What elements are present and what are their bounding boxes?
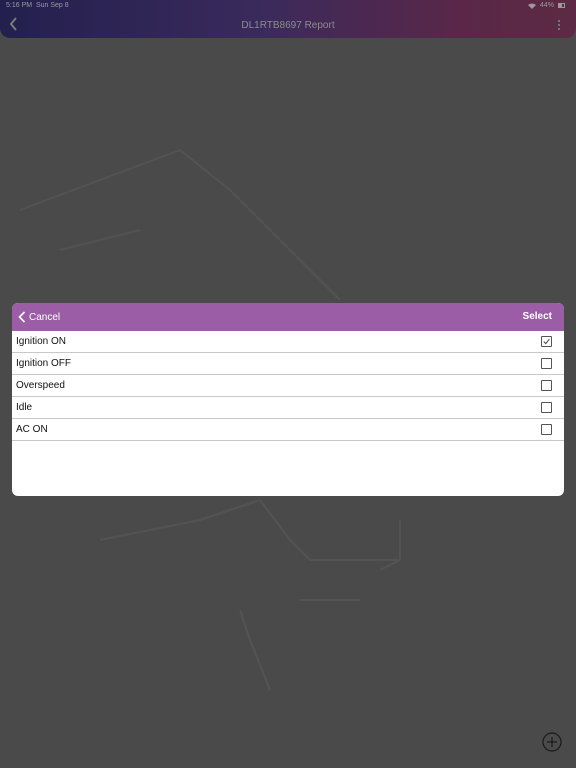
option-row-ignition-on[interactable]: Ignition ON	[12, 331, 564, 353]
option-row-ac-on[interactable]: AC ON	[12, 419, 564, 441]
filter-select-dialog: Cancel Select Ignition ON Ignition OFF O…	[12, 303, 564, 496]
checkbox-unchecked[interactable]	[541, 358, 552, 369]
dialog-toolbar: Cancel Select	[12, 303, 564, 331]
battery-percent: 44%	[539, 2, 554, 9]
checkbox-checked[interactable]	[541, 336, 552, 347]
option-row-ignition-off[interactable]: Ignition OFF	[12, 353, 564, 375]
checkbox-unchecked[interactable]	[541, 402, 552, 413]
select-button[interactable]: Select	[523, 303, 552, 331]
option-row-idle[interactable]: Idle	[12, 397, 564, 419]
option-row-overspeed[interactable]: Overspeed	[12, 375, 564, 397]
page-title: DL1RTB8697 Report	[241, 20, 335, 31]
cancel-button[interactable]: Cancel	[18, 303, 60, 331]
checkbox-unchecked[interactable]	[541, 424, 552, 435]
app-header: 5:16 PM Sun Sep 8 44% DL1RTB8697 Report	[0, 0, 576, 38]
plus-circle-icon[interactable]	[542, 732, 562, 752]
option-list: Ignition ON Ignition OFF Overspeed Idle …	[12, 331, 564, 441]
option-label: Ignition OFF	[16, 358, 72, 369]
checkmark-icon	[543, 338, 550, 345]
wifi-icon	[527, 3, 536, 9]
battery-icon	[558, 3, 565, 8]
chevron-left-icon	[18, 311, 26, 323]
option-label: Overspeed	[16, 380, 65, 391]
option-label: Ignition ON	[16, 336, 67, 347]
cancel-label: Cancel	[29, 311, 61, 323]
option-label: AC ON	[16, 424, 48, 435]
option-label: Idle	[16, 402, 33, 413]
kebab-menu-icon[interactable]	[556, 18, 562, 32]
checkbox-unchecked[interactable]	[541, 380, 552, 391]
status-right: 44%	[527, 2, 566, 9]
status-time: 5:16 PM Sun Sep 8	[6, 2, 69, 9]
